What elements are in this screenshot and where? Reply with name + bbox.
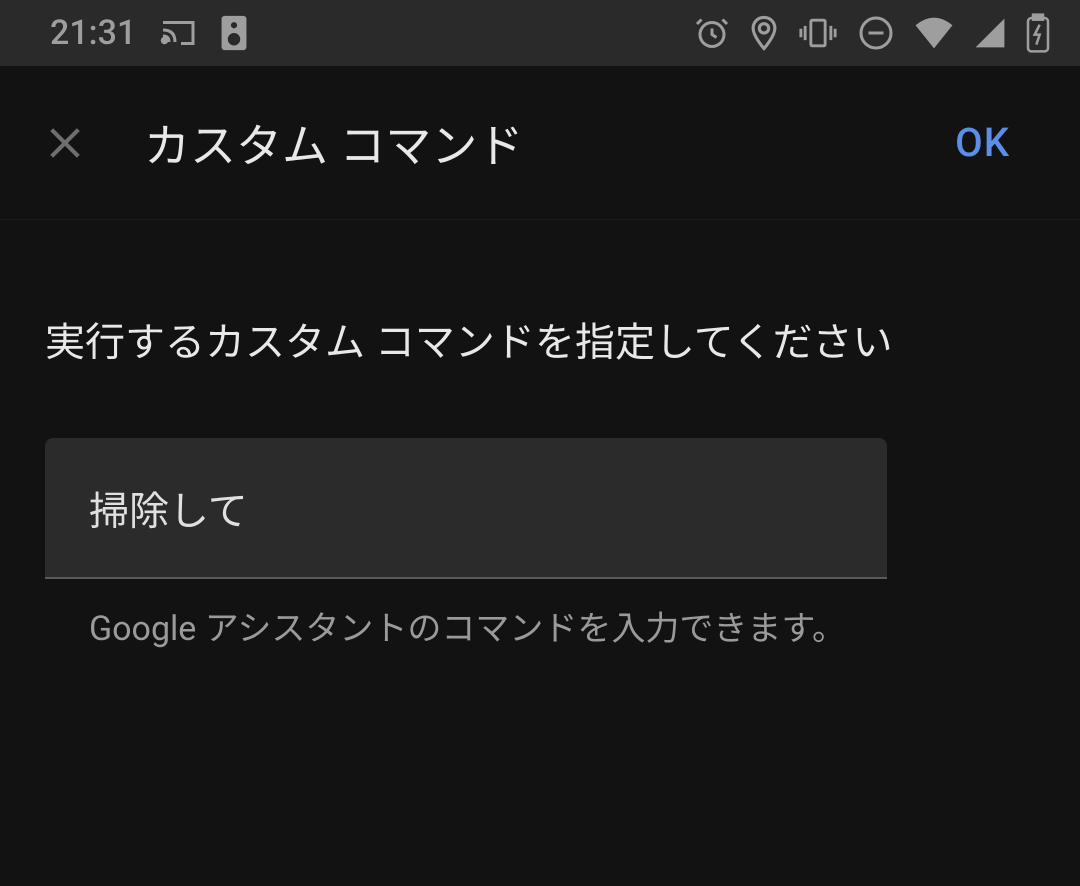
command-input[interactable] <box>45 438 887 579</box>
helper-text: Google アシスタントのコマンドを入力できます。 <box>89 601 1035 650</box>
dnd-icon <box>858 15 894 51</box>
close-icon <box>45 123 85 163</box>
battery-icon <box>1026 13 1050 53</box>
vibrate-icon <box>798 17 838 49</box>
close-button[interactable] <box>40 118 90 168</box>
signal-icon <box>974 17 1006 49</box>
location-icon <box>750 14 778 52</box>
status-left: 21:31 <box>50 13 248 53</box>
status-bar: 21:31 <box>0 0 1080 66</box>
page-title: カスタム コマンド <box>144 110 955 176</box>
speaker-icon <box>220 14 248 52</box>
app-bar: カスタム コマンド OK <box>0 66 1080 220</box>
cast-icon <box>160 18 196 48</box>
instruction-text: 実行するカスタム コマンドを指定してください <box>45 310 1035 368</box>
wifi-icon <box>914 17 954 49</box>
ok-button[interactable]: OK <box>955 119 1040 166</box>
status-time: 21:31 <box>50 13 136 53</box>
content-area: 実行するカスタム コマンドを指定してください Google アシスタントのコマン… <box>0 220 1080 650</box>
status-right <box>694 13 1050 53</box>
alarm-icon <box>694 15 730 51</box>
